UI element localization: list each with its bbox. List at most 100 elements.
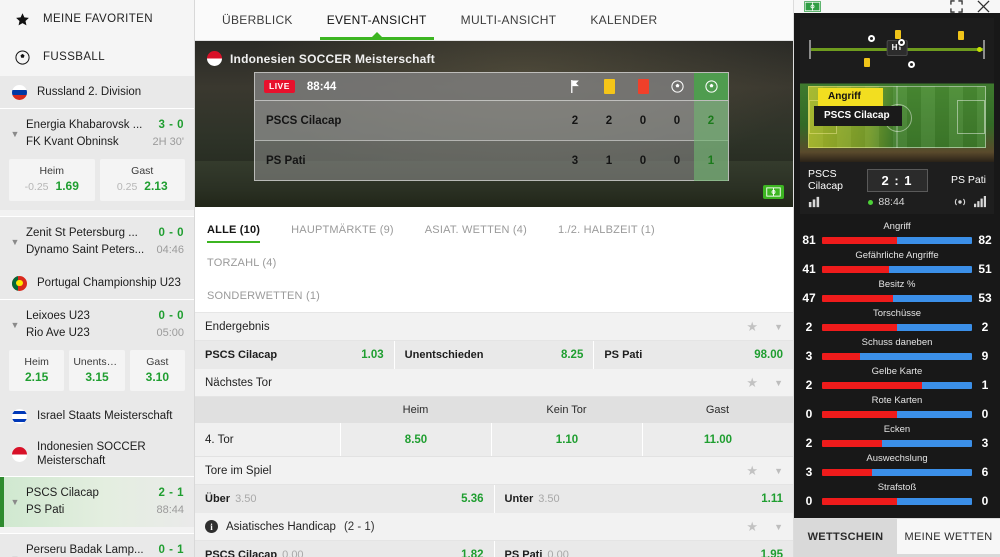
market-tab-alle[interactable]: ALLE (10): [207, 213, 261, 246]
list-item[interactable]: ▼ Zenit St Petersburg ... Dynamo Saint P…: [0, 216, 194, 267]
odds-button[interactable]: Heim -0.25 1.69: [9, 159, 95, 201]
favorite-star-icon[interactable]: ★: [746, 319, 758, 335]
list-item[interactable]: ▼ Energia Khabarovsk ... FK Kvant Obnins…: [0, 108, 194, 210]
list-item-selected[interactable]: ▼ PSCS Cilacap PS Pati 2 - 1 88:44: [0, 476, 194, 527]
chevron-down-icon[interactable]: ▼: [774, 322, 783, 332]
market-tab-hauptmarkte[interactable]: HAUPTMÄRKTE (9): [291, 213, 394, 246]
fullscreen-icon[interactable]: [950, 0, 963, 13]
market-tab-sonderwetten[interactable]: SONDERWETTEN (1): [207, 279, 320, 312]
market-tab-torzahl[interactable]: TORZAHL (4): [207, 246, 276, 279]
close-icon[interactable]: [977, 0, 990, 13]
league-name: Portugal Championship U23: [37, 276, 181, 289]
favorite-star-icon[interactable]: ★: [746, 519, 758, 535]
sidebar-league-header[interactable]: Israel Staats Meisterschaft: [0, 400, 194, 432]
yellow-card-event-icon[interactable]: [895, 30, 901, 39]
selection-button[interactable]: PS Pati 98.00: [594, 341, 793, 369]
list-item[interactable]: ▼ Perseru Badak Lamp... PSKC Cimahi 0 - …: [0, 533, 194, 557]
chevron-down-icon[interactable]: ▼: [774, 522, 783, 532]
goal-event-icon[interactable]: [897, 38, 906, 47]
stat-row: Angriff 81 82: [802, 220, 992, 247]
tab-kalender[interactable]: KALENDER: [573, 0, 674, 40]
sidebar-league-header[interactable]: Russland 2. Division: [0, 76, 194, 108]
market-header[interactable]: Nächstes Tor ★ ▼: [195, 369, 793, 397]
sidebar-item-favorites[interactable]: MEINE FAVORITEN: [0, 0, 194, 38]
chevron-down-icon[interactable]: ▼: [8, 237, 22, 247]
league-name: Russland 2. Division: [37, 85, 142, 98]
selection-button[interactable]: PS Pati 0.00 1.95: [495, 541, 794, 557]
pitch-icon[interactable]: [804, 1, 821, 12]
sidebar-league-header[interactable]: Portugal Championship U23: [0, 267, 194, 299]
chevron-down-icon[interactable]: ▼: [8, 497, 22, 507]
market-header[interactable]: i Asiatisches Handicap (2 - 1) ★ ▼: [195, 513, 793, 541]
sidebar[interactable]: MEINE FAVORITEN FUSSBALL Russland 2. Div…: [0, 0, 195, 557]
stat-bar: [822, 468, 972, 476]
selection-name: Über: [205, 493, 231, 505]
pitch-icon[interactable]: [763, 185, 784, 199]
timeline-start-cap: [809, 40, 811, 59]
market-tab-halbzeit[interactable]: 1./2. HALBZEIT (1): [558, 213, 655, 246]
selection-name: PS Pati: [604, 349, 643, 361]
odd-cell[interactable]: 1.10: [491, 423, 642, 456]
odds-button[interactable]: Heim 2.15: [9, 350, 65, 391]
stat-label: Schuss daneben: [861, 337, 933, 348]
team-home: Zenit St Petersburg ...: [26, 227, 138, 239]
goal-event-icon[interactable]: [907, 60, 916, 69]
sidebar-item-football[interactable]: FUSSBALL: [0, 38, 194, 76]
tab-multi-ansicht[interactable]: MULTI-ANSICHT: [444, 0, 574, 40]
market-tab-label: 1./2. HALBZEIT (1): [557, 224, 655, 236]
tab-wettschein[interactable]: WETTSCHEIN: [794, 519, 897, 554]
selection-button[interactable]: PSCS Cilacap 0.00 1.82: [195, 541, 495, 557]
audio-icon[interactable]: [953, 196, 967, 208]
odds-button[interactable]: Gast 3.10: [129, 350, 185, 391]
tab-event-ansicht[interactable]: EVENT-ANSICHT: [310, 0, 444, 40]
info-icon[interactable]: i: [205, 520, 218, 533]
odds-button[interactable]: Gast 0.25 2.13: [99, 159, 185, 201]
tab-uberblick[interactable]: ÜBERBLICK: [205, 0, 310, 40]
match-statistics: Angriff 81 82 Gefährliche Angriffe 41 51…: [794, 214, 1000, 518]
odds-value: 2.15: [24, 370, 49, 384]
pitch-visualization: Angriff PSCS Cilacap: [800, 80, 994, 162]
market-title: Asiatisches Handicap: [226, 520, 336, 533]
yellow-card-event-icon[interactable]: [958, 31, 964, 40]
goal-event-icon[interactable]: [867, 34, 876, 43]
match-tracker: HT Angriff PSCS Cilacap PSCS Cilacap 2:…: [794, 13, 1000, 214]
favorite-star-icon[interactable]: ★: [746, 463, 758, 479]
market-tabs: ALLE (10) HAUPTMÄRKTE (9) ASIAT. WETTEN …: [195, 207, 793, 313]
signal-icon[interactable]: [974, 196, 986, 208]
flag-israel-icon: [12, 408, 27, 424]
market-tab-asiat-wetten[interactable]: ASIAT. WETTEN (4): [425, 213, 527, 246]
market-header[interactable]: Endergebnis ★ ▼: [195, 313, 793, 341]
market-tab-label: ASIAT. WETTEN (4): [424, 224, 527, 236]
tab-label: KALENDER: [590, 13, 658, 27]
selection-handicap: 0.00: [282, 549, 304, 557]
list-item[interactable]: ▼ Leixoes U23 Rio Ave U23 0 - 0 05:00 He…: [0, 299, 194, 400]
selection-button[interactable]: Unentschieden 8.25: [395, 341, 595, 369]
timeline-end-cap: [983, 40, 985, 59]
chevron-down-icon[interactable]: ▼: [8, 320, 22, 330]
odd-cell[interactable]: 11.00: [642, 423, 793, 456]
scoreboard: LIVE 88:44 PSCS Cilacap 2 2 0 0 2 PS Pat…: [254, 72, 729, 181]
scoreboard-header: LIVE 88:44: [255, 73, 728, 100]
favorite-star-icon[interactable]: ★: [746, 375, 758, 391]
sidebar-item-label: FUSSBALL: [43, 51, 106, 63]
market-header[interactable]: Tore im Spiel ★ ▼: [195, 457, 793, 485]
selection-button[interactable]: Unter 3.50 1.11: [495, 485, 794, 513]
chevron-down-icon[interactable]: ▼: [8, 129, 22, 139]
yellow-card-event-icon[interactable]: [864, 58, 870, 67]
stat-row: Auswechslung 3 6: [802, 452, 992, 479]
stat-shots: 0: [673, 114, 681, 127]
odds-button[interactable]: Unentschieden 3.15: [69, 350, 125, 391]
stat-label: Auswechslung: [866, 453, 928, 464]
stat-shots: 0: [673, 154, 681, 167]
team-name: PS Pati: [266, 154, 306, 167]
odd-cell[interactable]: 8.50: [340, 423, 491, 456]
tab-label: MULTI-ANSICHT: [460, 13, 557, 27]
tab-meine-wetten[interactable]: MEINE WETTEN: [897, 519, 1000, 554]
chevron-down-icon[interactable]: ▼: [774, 378, 783, 388]
sidebar-league-header[interactable]: Indonesien SOCCER Meisterschaft: [0, 432, 194, 476]
chevron-down-icon[interactable]: ▼: [774, 466, 783, 476]
selection-button[interactable]: PSCS Cilacap 1.03: [195, 341, 395, 369]
selection-button[interactable]: Über 3.50 5.36: [195, 485, 495, 513]
tab-label: EVENT-ANSICHT: [326, 13, 427, 27]
stats-icon[interactable]: [808, 196, 820, 208]
